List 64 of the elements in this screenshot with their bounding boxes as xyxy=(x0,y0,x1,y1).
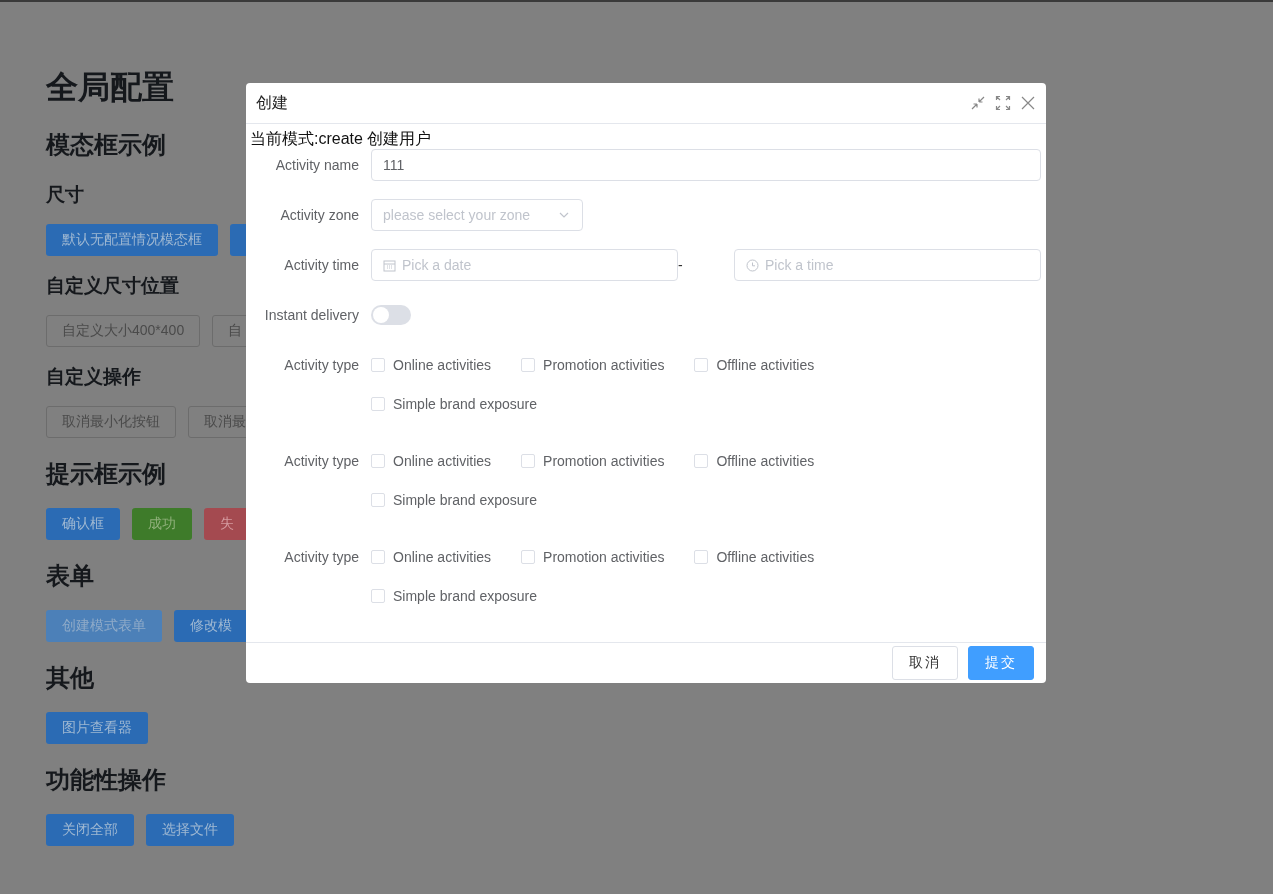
minimize-icon[interactable] xyxy=(970,95,986,111)
clock-icon xyxy=(746,258,759,272)
calendar-icon xyxy=(383,258,396,272)
checkbox-option[interactable]: Online activities xyxy=(371,541,492,573)
section-heading: 其他 xyxy=(46,663,95,693)
page-title: 全局配置 xyxy=(46,68,175,107)
checkbox[interactable] xyxy=(694,454,709,468)
field-label: Activity time xyxy=(283,256,360,275)
name-field[interactable]: 111 xyxy=(371,149,1041,181)
demo-button[interactable]: 图片查看器 xyxy=(46,712,148,744)
subsection-heading: 自定义操作 xyxy=(46,365,142,389)
checkbox[interactable] xyxy=(521,550,536,564)
subsection-heading: 尺寸 xyxy=(46,183,85,207)
checkbox-option[interactable]: Online activities xyxy=(371,349,492,381)
field-label: Activity name xyxy=(274,156,360,175)
demo-button[interactable]: 默认无配置情况模态框 xyxy=(46,224,218,256)
checkbox-option[interactable]: Simple brand exposure xyxy=(371,580,537,612)
subsection-heading: 自定义尺寸位置 xyxy=(46,274,180,298)
checkbox-option[interactable]: Offline activities xyxy=(694,541,815,573)
field-label: Activity type xyxy=(283,548,360,567)
demo-button[interactable]: 确认框 xyxy=(46,508,120,540)
dialog-title: 创建 xyxy=(256,92,289,113)
demo-button[interactable]: 创建模式表单 xyxy=(46,610,162,642)
dialog-button[interactable]: 取消 xyxy=(892,646,958,680)
checkbox-option[interactable]: Promotion activities xyxy=(521,541,665,573)
range-separator: - xyxy=(678,257,684,273)
checkbox-option[interactable]: Online activities xyxy=(371,445,492,477)
checkbox[interactable] xyxy=(371,493,385,507)
demo-button[interactable]: 选择文件 xyxy=(146,814,234,846)
checkbox-option[interactable]: Promotion activities xyxy=(521,445,665,477)
time-field[interactable]: Pick a time xyxy=(734,249,1041,281)
demo-button[interactable]: 成功 xyxy=(132,508,192,540)
section-heading: 功能性操作 xyxy=(46,765,167,795)
checkbox-option[interactable]: Promotion activities xyxy=(521,349,665,381)
checkbox-option[interactable]: Offline activities xyxy=(694,445,815,477)
toggle-switch[interactable] xyxy=(371,305,411,325)
demo-button[interactable]: 失 xyxy=(204,508,246,540)
fullscreen-icon[interactable] xyxy=(995,95,1011,111)
checkbox-option[interactable]: Offline activities xyxy=(694,349,815,381)
section-heading: 提示框示例 xyxy=(46,459,167,489)
checkbox[interactable] xyxy=(371,397,385,411)
checkbox[interactable] xyxy=(521,454,536,468)
field-label: Activity type xyxy=(283,356,360,375)
section-heading: 模态框示例 xyxy=(46,130,167,160)
checkbox-option[interactable]: Simple brand exposure xyxy=(371,388,537,420)
mode-text: 当前模式:create 创建用户 xyxy=(250,129,433,149)
checkbox[interactable] xyxy=(694,358,709,372)
date-field[interactable]: Pick a date xyxy=(371,249,678,281)
checkbox[interactable] xyxy=(371,550,385,564)
demo-button[interactable]: 修改模 xyxy=(174,610,246,642)
demo-button[interactable]: 关闭全部 xyxy=(46,814,134,846)
checkbox[interactable] xyxy=(371,454,385,468)
close-icon[interactable] xyxy=(1020,95,1036,111)
checkbox[interactable] xyxy=(371,358,385,372)
zone-select[interactable]: please select your zone xyxy=(371,199,583,231)
checkbox-option[interactable]: Simple brand exposure xyxy=(371,484,537,516)
checkbox[interactable] xyxy=(521,358,536,372)
field-label: Activity zone xyxy=(279,206,360,225)
checkbox[interactable] xyxy=(371,589,385,603)
field-label: Activity type xyxy=(283,452,360,471)
dialog-button[interactable]: 提交 xyxy=(968,646,1034,680)
field-label: Instant delivery xyxy=(263,306,360,325)
section-heading: 表单 xyxy=(46,561,95,591)
checkbox[interactable] xyxy=(694,550,709,564)
